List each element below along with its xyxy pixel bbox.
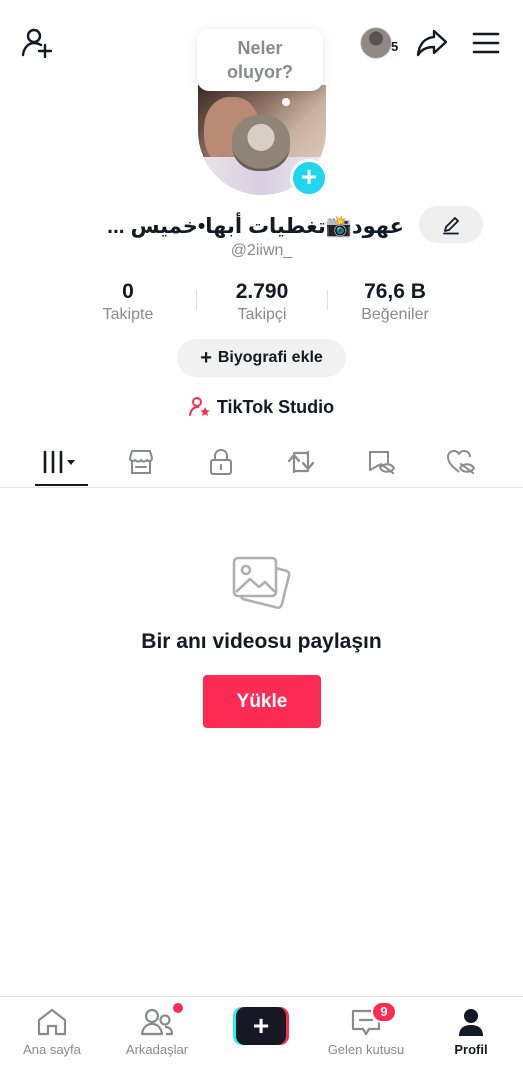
menu-button[interactable] [466, 24, 506, 62]
tagged-hidden-icon [369, 451, 396, 474]
create-button[interactable]: + [233, 1007, 289, 1045]
story-count: 5 [391, 39, 399, 54]
followers-count: 2.790 [235, 280, 289, 303]
shop-icon [129, 450, 153, 474]
profile-icon [459, 1009, 483, 1036]
plus-icon: + [200, 346, 212, 369]
tab-liked[interactable] [431, 438, 491, 486]
following-stat[interactable]: 0 Takipte [63, 280, 193, 324]
share-button[interactable] [412, 24, 452, 62]
status-bubble-line-1: Neler [237, 38, 283, 58]
upload-button[interactable]: Yükle [203, 675, 321, 728]
friends-notification-dot [173, 1003, 183, 1013]
bottom-navigation: Ana sayfa Arkadaşlar + Gelen kutusu Prof… [0, 996, 523, 1080]
tiktok-studio-label: TikTok Studio [216, 396, 335, 417]
share-arrow-icon [416, 29, 448, 57]
friends-icon [140, 1008, 174, 1036]
followers-label: Takipçi [237, 306, 287, 323]
likes-count: 76,6 B [364, 280, 426, 303]
photos-icon [228, 552, 294, 618]
pencil-icon [443, 216, 459, 234]
username: @2iiwn_ [230, 242, 293, 259]
following-count: 0 [122, 280, 134, 303]
grid-icon [43, 450, 75, 474]
tab-reposts[interactable] [271, 438, 331, 486]
nav-profile[interactable]: Profil [419, 997, 523, 1067]
repost-icon [287, 450, 315, 474]
status-bubble-line-2: oluyor? [227, 62, 293, 82]
creator-star-icon [188, 397, 210, 416]
inbox-badge: 9 [371, 1001, 397, 1023]
status-bubble[interactable]: Neler oluyor? [197, 29, 323, 91]
tab-videos[interactable] [31, 438, 91, 486]
home-icon [37, 1008, 67, 1036]
display-name: ... عهود📸تغطيات أبها•خميس [107, 214, 404, 238]
story-views-button[interactable]: 5 [360, 24, 408, 62]
add-friend-button[interactable] [18, 24, 56, 62]
nav-create[interactable]: + [209, 997, 313, 1067]
nav-inbox[interactable]: Gelen kutusu [314, 997, 418, 1067]
plus-icon: + [236, 1007, 286, 1045]
tab-tagged[interactable] [351, 438, 411, 486]
tiktok-studio-link[interactable]: TikTok Studio [0, 393, 523, 421]
story-avatar [360, 27, 392, 59]
hamburger-menu-icon [472, 32, 500, 54]
display-name-selector[interactable]: ... عهود📸تغطيات أبها•خميس [107, 209, 410, 243]
followers-stat[interactable]: 2.790 Takipçi [197, 280, 327, 324]
empty-state-title: Bir anı videosu paylaşın [141, 630, 382, 653]
edit-profile-button[interactable] [419, 206, 483, 243]
nav-friends[interactable]: Arkadaşlar [105, 997, 209, 1067]
nav-profile-label: Profil [454, 1042, 488, 1057]
likes-label: Beğeniler [361, 306, 429, 323]
active-tab-indicator [35, 484, 88, 486]
nav-inbox-label: Gelen kutusu [327, 1042, 405, 1057]
likes-stat[interactable]: 76,6 B Beğeniler [330, 280, 460, 324]
nav-friends-label: Arkadaşlar [125, 1042, 189, 1057]
bubble-tail [282, 98, 290, 106]
liked-hidden-icon [447, 450, 476, 474]
add-story-plus-icon[interactable]: + [290, 159, 328, 197]
lock-icon [210, 448, 232, 475]
add-bio-button[interactable]: + Biyografi ekle [177, 339, 346, 377]
following-label: Takipte [102, 306, 154, 323]
nav-home[interactable]: Ana sayfa [0, 997, 104, 1067]
profile-tabs [0, 438, 523, 488]
tab-private[interactable] [191, 438, 251, 486]
add-bio-label: Biyografi ekle [217, 349, 323, 366]
add-person-icon [21, 28, 53, 59]
nav-home-label: Ana sayfa [23, 1042, 81, 1057]
stat-divider [327, 290, 328, 310]
tab-shop[interactable] [111, 438, 171, 486]
